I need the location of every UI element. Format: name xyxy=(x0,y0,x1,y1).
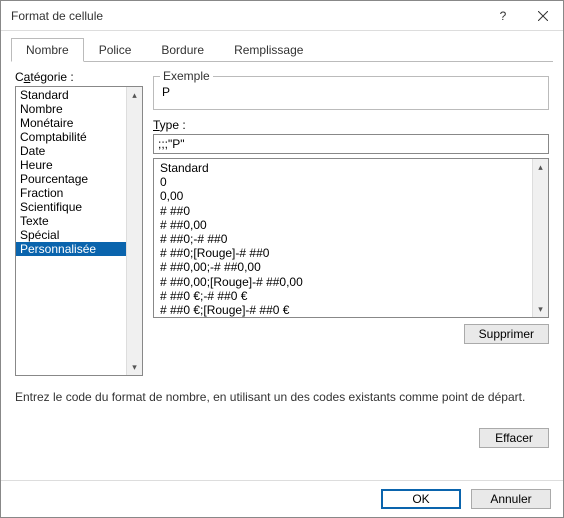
format-item[interactable]: 0,00 xyxy=(160,189,526,203)
hint-text: Entrez le code du format de nombre, en u… xyxy=(15,390,549,404)
help-button[interactable]: ? xyxy=(483,1,523,31)
category-item-comptabilite[interactable]: Comptabilité xyxy=(16,130,126,144)
tabs: Nombre Police Bordure Remplissage xyxy=(11,37,553,62)
format-listbox[interactable]: Standard 0 0,00 # ##0 # ##0,00 # ##0;-# … xyxy=(153,158,549,318)
format-list: Standard 0 0,00 # ##0 # ##0,00 # ##0;-# … xyxy=(154,159,532,317)
example-box: Exemple P xyxy=(153,76,549,110)
tab-police[interactable]: Police xyxy=(84,38,147,62)
type-input[interactable] xyxy=(153,134,549,154)
category-scrollbar[interactable]: ▴ ▾ xyxy=(126,87,142,375)
category-item-special[interactable]: Spécial xyxy=(16,228,126,242)
category-item-standard[interactable]: Standard xyxy=(16,88,126,102)
category-item-date[interactable]: Date xyxy=(16,144,126,158)
format-item[interactable]: # ##0,00;-# ##0,00 xyxy=(160,260,526,274)
scroll-up-icon[interactable]: ▴ xyxy=(533,159,549,175)
category-item-heure[interactable]: Heure xyxy=(16,158,126,172)
footer: OK Annuler xyxy=(1,480,563,517)
titlebar: Format de cellule ? xyxy=(1,1,563,31)
dialog-title: Format de cellule xyxy=(11,9,483,23)
format-item[interactable]: # ##0,00 xyxy=(160,218,526,232)
clear-button[interactable]: Effacer xyxy=(479,428,549,448)
tab-content: Catégorie : Standard Nombre Monétaire Co… xyxy=(1,62,563,480)
format-item[interactable]: # ##0 xyxy=(160,204,526,218)
close-icon xyxy=(538,11,548,21)
scroll-down-icon[interactable]: ▾ xyxy=(127,359,143,375)
format-item[interactable]: Standard xyxy=(160,161,526,175)
category-item-nombre[interactable]: Nombre xyxy=(16,102,126,116)
close-button[interactable] xyxy=(523,1,563,31)
help-icon: ? xyxy=(500,9,507,23)
tab-bordure[interactable]: Bordure xyxy=(146,38,219,62)
example-label: Exemple xyxy=(160,69,213,83)
format-item[interactable]: # ##0;[Rouge]-# ##0 xyxy=(160,246,526,260)
category-label: Catégorie : xyxy=(15,70,143,84)
format-scrollbar[interactable]: ▴ ▾ xyxy=(532,159,548,317)
category-item-scientifique[interactable]: Scientifique xyxy=(16,200,126,214)
category-item-personnalisee[interactable]: Personnalisée xyxy=(16,242,126,256)
format-item[interactable]: # ##0,00;[Rouge]-# ##0,00 xyxy=(160,275,526,289)
category-item-fraction[interactable]: Fraction xyxy=(16,186,126,200)
format-item[interactable]: # ##0 €;-# ##0 € xyxy=(160,289,526,303)
format-item[interactable]: 0 xyxy=(160,175,526,189)
cancel-button[interactable]: Annuler xyxy=(471,489,551,509)
category-item-texte[interactable]: Texte xyxy=(16,214,126,228)
category-list: Standard Nombre Monétaire Comptabilité D… xyxy=(16,87,126,375)
category-item-pourcentage[interactable]: Pourcentage xyxy=(16,172,126,186)
tab-remplissage[interactable]: Remplissage xyxy=(219,38,318,62)
type-label: Type : xyxy=(153,118,549,132)
ok-button[interactable]: OK xyxy=(381,489,461,509)
tab-nombre[interactable]: Nombre xyxy=(11,38,84,62)
format-item[interactable]: # ##0;-# ##0 xyxy=(160,232,526,246)
category-item-monetaire[interactable]: Monétaire xyxy=(16,116,126,130)
category-listbox[interactable]: Standard Nombre Monétaire Comptabilité D… xyxy=(15,86,143,376)
example-value: P xyxy=(162,85,540,99)
delete-button[interactable]: Supprimer xyxy=(464,324,549,344)
scroll-down-icon[interactable]: ▾ xyxy=(533,301,549,317)
scroll-up-icon[interactable]: ▴ xyxy=(127,87,143,103)
format-item[interactable]: # ##0 €;[Rouge]-# ##0 € xyxy=(160,303,526,317)
